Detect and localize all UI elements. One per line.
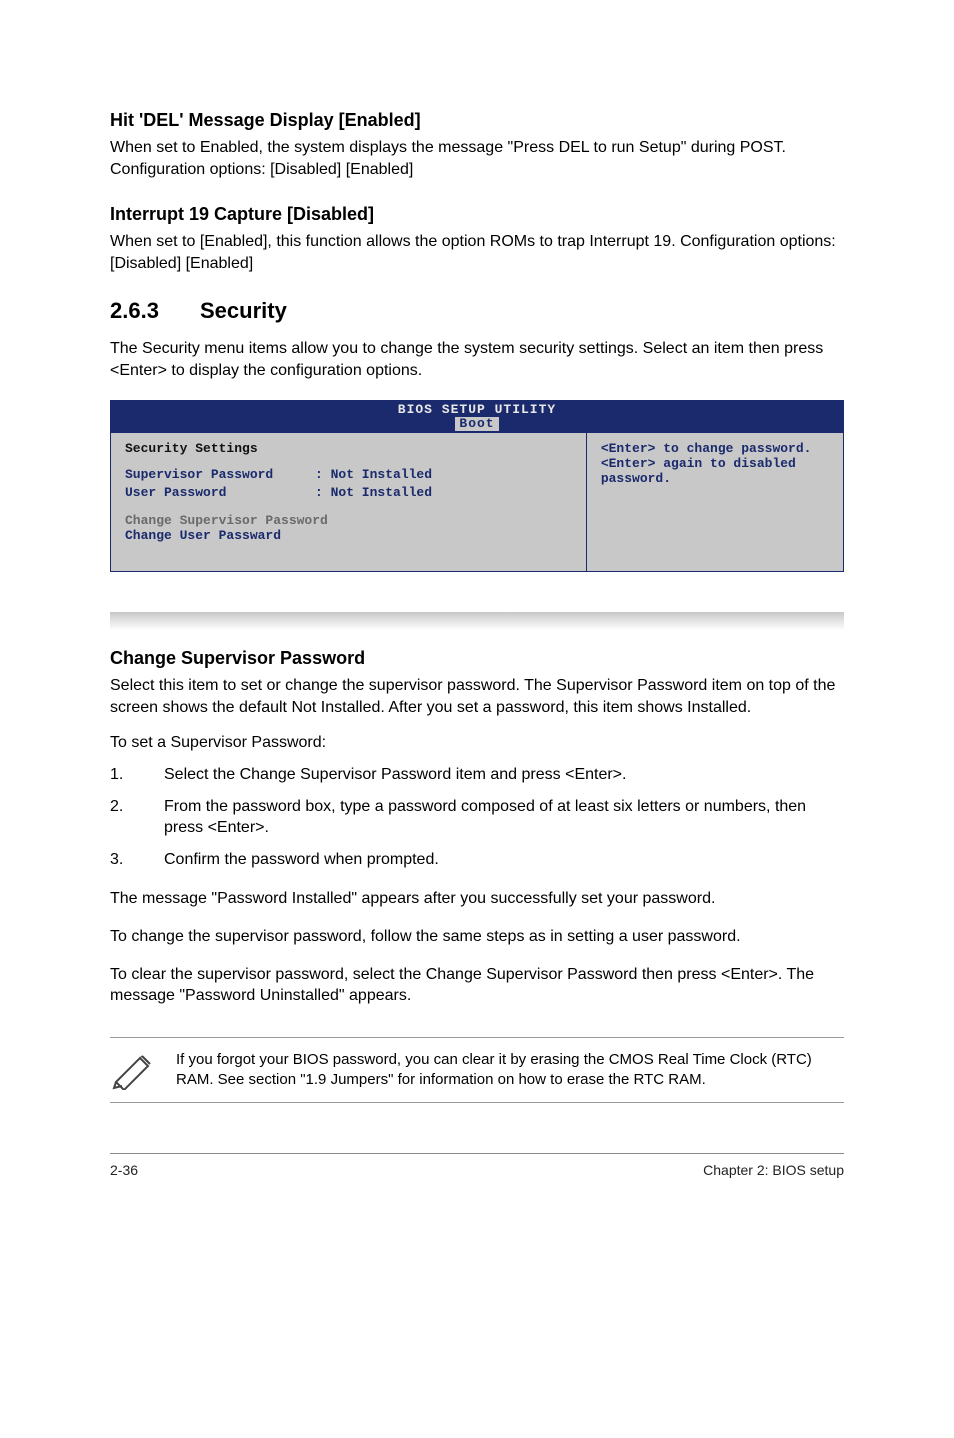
steps-list: 1.Select the Change Supervisor Password …: [110, 764, 844, 870]
step-text: From the password box, type a password c…: [164, 796, 844, 839]
note-pencil-icon: [112, 1050, 158, 1090]
heading-section-263: 2.6.3Security: [110, 298, 844, 324]
footer-page-number: 2-36: [110, 1162, 138, 1178]
bios-help-pane: <Enter> to change password. <Enter> agai…: [587, 433, 843, 571]
paragraph-security-intro: The Security menu items allow you to cha…: [110, 338, 844, 381]
step-number: 1.: [110, 764, 164, 786]
footer-chapter: Chapter 2: BIOS setup: [703, 1162, 844, 1178]
step-text: Confirm the password when prompted.: [164, 849, 439, 871]
step-number: 3.: [110, 849, 164, 871]
paragraph-to-clear: To clear the supervisor password, select…: [110, 964, 844, 1007]
heading-interrupt-19: Interrupt 19 Capture [Disabled]: [110, 204, 844, 225]
paragraph-interrupt-19: When set to [Enabled], this function all…: [110, 231, 844, 274]
bios-screenshot: BIOS SETUP UTILITY Boot Security Setting…: [110, 400, 844, 573]
note-text: If you forgot your BIOS password, you ca…: [176, 1050, 842, 1091]
paragraph-to-change: To change the supervisor password, follo…: [110, 926, 844, 948]
bios-menu-change-supervisor: Change Supervisor Password: [125, 513, 572, 528]
paragraph-after-set: The message "Password Installed" appears…: [110, 888, 844, 910]
page-footer: 2-36 Chapter 2: BIOS setup: [110, 1153, 844, 1178]
bios-titlebar: BIOS SETUP UTILITY Boot: [111, 401, 843, 434]
list-item: 2.From the password box, type a password…: [110, 796, 844, 839]
bios-row-supervisor: Supervisor Password: Not Installed: [125, 466, 572, 484]
bios-title-text: BIOS SETUP UTILITY: [398, 402, 556, 417]
bios-tab-boot: Boot: [455, 417, 498, 431]
section-title: Security: [200, 298, 287, 323]
bios-row-label: Supervisor Password: [125, 466, 315, 484]
bios-row-value: : Not Installed: [315, 485, 432, 500]
bios-row-value: : Not Installed: [315, 467, 432, 482]
heading-change-supervisor: Change Supervisor Password: [110, 648, 844, 669]
bios-menu-change-user: Change User Passward: [125, 528, 572, 543]
bios-section-heading: Security Settings: [125, 441, 572, 456]
bios-row-user: User Password: Not Installed: [125, 484, 572, 502]
bios-left-pane: Security Settings Supervisor Password: N…: [111, 433, 587, 571]
section-number: 2.6.3: [110, 298, 200, 324]
step-text: Select the Change Supervisor Password it…: [164, 764, 626, 786]
paragraph-to-set: To set a Supervisor Password:: [110, 732, 844, 754]
bios-row-label: User Password: [125, 484, 315, 502]
heading-hit-del: Hit 'DEL' Message Display [Enabled]: [110, 110, 844, 131]
paragraph-hit-del: When set to Enabled, the system displays…: [110, 137, 844, 180]
step-number: 2.: [110, 796, 164, 839]
bios-fade-gradient: [110, 612, 844, 630]
list-item: 1.Select the Change Supervisor Password …: [110, 764, 844, 786]
note-callout: If you forgot your BIOS password, you ca…: [110, 1037, 844, 1104]
paragraph-change-super: Select this item to set or change the su…: [110, 675, 844, 718]
list-item: 3.Confirm the password when prompted.: [110, 849, 844, 871]
